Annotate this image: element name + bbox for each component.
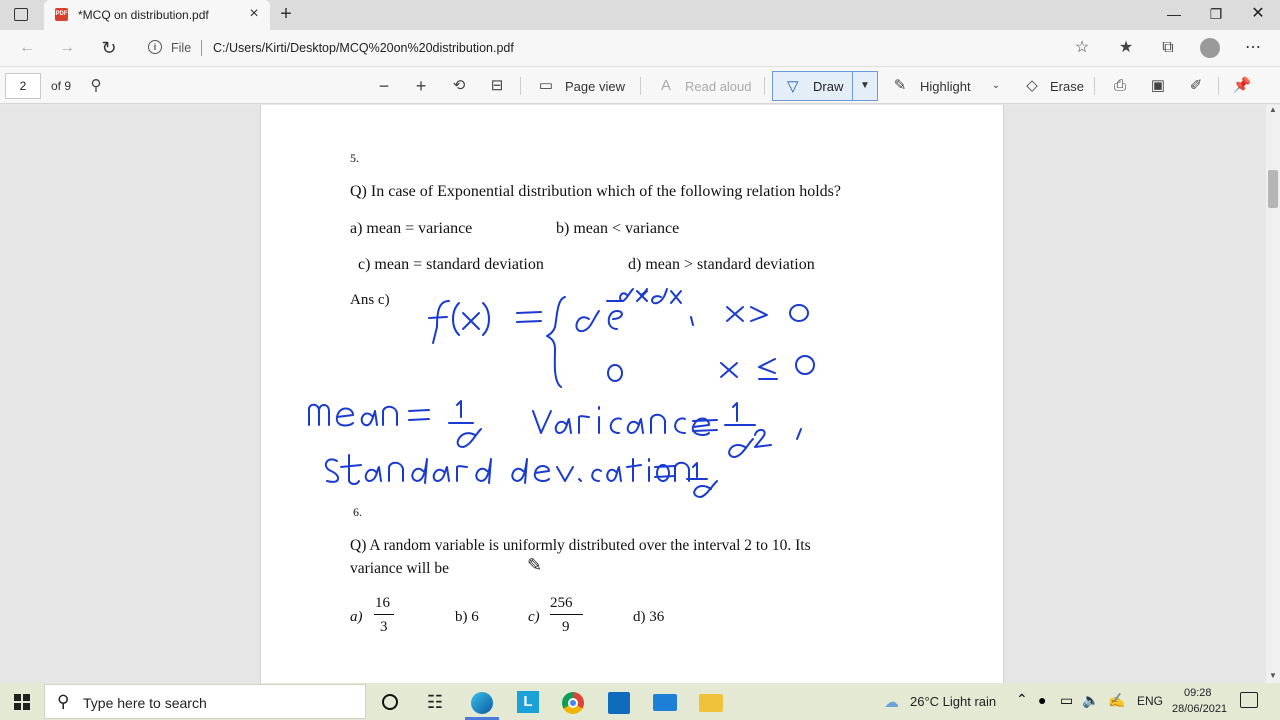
windows-start-icon[interactable] xyxy=(14,694,30,710)
scroll-down-icon[interactable]: ▼ xyxy=(1269,671,1277,680)
draw-pen-icon: ▽ xyxy=(787,78,799,95)
save-icon[interactable]: ▣ xyxy=(1148,76,1168,96)
q6-option-c-numerator: 256 xyxy=(550,595,573,611)
search-icon: ⚲ xyxy=(57,692,70,711)
page-view-icon[interactable]: ▭ xyxy=(536,76,556,96)
clock-time[interactable]: 09:28 xyxy=(1184,687,1212,699)
profile-avatar[interactable] xyxy=(1200,38,1220,58)
file-label: File xyxy=(171,41,192,55)
fit-page-icon[interactable]: ⊟ xyxy=(487,76,507,96)
cortana-icon[interactable] xyxy=(375,687,405,717)
draw-dropdown-icon[interactable]: ▼ xyxy=(852,72,877,100)
scroll-thumb[interactable] xyxy=(1268,170,1278,208)
language-indicator[interactable]: ENG xyxy=(1137,694,1163,708)
toolbar-separator xyxy=(640,77,641,95)
url-text[interactable]: C:/Users/Kirti/Desktop/MCQ%20on%20distri… xyxy=(213,41,514,55)
pdf-file-icon: PDF xyxy=(55,8,68,21)
document-area[interactable]: 5. Q) In case of Exponential distributio… xyxy=(0,105,1280,683)
tray-chevron-icon[interactable]: ⌃ xyxy=(1016,691,1028,708)
microphone-icon[interactable]: ● xyxy=(1038,692,1046,708)
draw-label: Draw xyxy=(813,79,844,94)
url-field[interactable]: i File C:/Users/Kirti/Desktop/MCQ%20on%2… xyxy=(140,34,1100,62)
scroll-up-icon[interactable]: ▲ xyxy=(1269,105,1277,114)
page-total: of 9 xyxy=(51,79,72,93)
page-view-button[interactable]: Page view xyxy=(565,79,625,94)
weather-icon[interactable]: ☁ xyxy=(884,693,899,711)
fraction-bar xyxy=(374,614,394,615)
more-menu-icon[interactable]: ⋯ xyxy=(1242,37,1264,59)
clock-date[interactable]: 28/06/2021 xyxy=(1172,703,1227,715)
file-explorer-icon[interactable] xyxy=(696,687,726,717)
tab-bar: PDF *MCQ on distribution.pdf × + — ❐ ✕ xyxy=(0,0,1280,30)
highlight-button[interactable]: Highlight xyxy=(920,79,971,94)
search-placeholder: Type here to search xyxy=(83,695,207,711)
pdf-toolbar: 2 of 9 ⚲ − + ⟲ ⊟ ▭ Page view A Read alou… xyxy=(0,66,1280,104)
forward-icon[interactable]: → xyxy=(56,37,78,59)
outlook-icon[interactable] xyxy=(604,687,634,717)
battery-icon[interactable]: ▭ xyxy=(1060,692,1073,709)
taskbar: ⚲ Type here to search ☷ L ☁ 26°C Light r… xyxy=(0,683,1280,720)
read-aloud-button[interactable]: Read aloud xyxy=(685,79,752,94)
favorites-icon[interactable]: ★ xyxy=(1115,37,1137,59)
add-favorite-icon[interactable]: ☆ xyxy=(1071,37,1093,59)
q6-option-a-denominator: 3 xyxy=(380,619,388,635)
refresh-icon[interactable]: ↻ xyxy=(98,37,120,59)
print-icon[interactable]: ⎙ xyxy=(1110,76,1130,96)
save-as-icon[interactable]: ✐ xyxy=(1186,76,1206,96)
draw-button[interactable]: ▽ Draw ▼ xyxy=(772,71,878,101)
zoom-out-icon[interactable]: − xyxy=(374,76,394,96)
pen-tray-icon[interactable]: ✍ xyxy=(1108,692,1125,709)
q6-option-b: b) 6 xyxy=(455,609,479,625)
toolbar-separator xyxy=(520,77,521,95)
pen-cursor-icon: ✎ xyxy=(527,555,543,575)
app-l-icon[interactable]: L xyxy=(513,687,543,717)
mail-icon[interactable] xyxy=(650,687,680,717)
erase-icon[interactable]: ◇ xyxy=(1022,76,1042,96)
handwritten-annotation xyxy=(308,288,815,498)
minimize-icon[interactable]: — xyxy=(1154,2,1194,26)
q6-option-c-label: c) xyxy=(528,609,540,625)
q6-option-d: d) 36 xyxy=(633,609,665,625)
pdf-page[interactable]: 5. Q) In case of Exponential distributio… xyxy=(260,105,1004,683)
url-separator xyxy=(201,40,202,56)
chrome-icon[interactable] xyxy=(558,687,588,717)
tab-title: *MCQ on distribution.pdf xyxy=(78,8,209,22)
page-number-input[interactable]: 2 xyxy=(5,73,41,99)
read-aloud-icon: A xyxy=(660,77,671,94)
q6-question-line2: variance will be xyxy=(350,560,449,577)
pin-toolbar-icon[interactable]: 📌 xyxy=(1232,76,1252,96)
back-icon[interactable]: ← xyxy=(16,37,38,59)
rotate-icon[interactable]: ⟲ xyxy=(449,76,469,96)
window-close-icon[interactable]: ✕ xyxy=(1238,2,1278,26)
restore-icon[interactable]: ❐ xyxy=(1196,2,1236,26)
edge-icon[interactable] xyxy=(467,687,497,717)
highlight-dropdown-icon[interactable]: ⌄ xyxy=(986,76,1006,96)
q6-question-line1: Q) A random variable is uniformly distri… xyxy=(350,537,811,554)
new-tab-icon[interactable]: + xyxy=(276,4,296,24)
notifications-icon[interactable] xyxy=(1240,692,1258,708)
erase-button[interactable]: Erase xyxy=(1050,79,1084,94)
q6-number: 6. xyxy=(353,505,362,519)
toolbar-separator xyxy=(1218,77,1219,95)
collections-icon[interactable]: ⧉ xyxy=(1157,37,1179,59)
weather-text[interactable]: 26°C Light rain xyxy=(910,694,996,709)
close-tab-icon[interactable]: × xyxy=(245,5,263,23)
toolbar-separator xyxy=(764,77,765,95)
q6-option-a-numerator: 16 xyxy=(375,595,390,611)
taskbar-search-input[interactable]: ⚲ Type here to search xyxy=(44,684,366,719)
highlight-icon[interactable]: ✎ xyxy=(890,76,910,96)
fraction-bar xyxy=(550,614,583,615)
tab-actions-icon[interactable] xyxy=(14,8,28,21)
task-view-icon[interactable]: ☷ xyxy=(420,687,450,717)
q6-option-c-denominator: 9 xyxy=(562,619,570,635)
tab-active[interactable]: PDF *MCQ on distribution.pdf × xyxy=(44,0,270,30)
q6-option-a-label: a) xyxy=(350,609,363,625)
address-bar: ← → ↻ i File C:/Users/Kirti/Desktop/MCQ%… xyxy=(0,30,1280,66)
toolbar-separator xyxy=(1094,77,1095,95)
volume-icon[interactable]: 🔈 xyxy=(1082,692,1099,709)
zoom-in-icon[interactable]: + xyxy=(411,76,431,96)
info-icon[interactable]: i xyxy=(148,40,162,54)
search-icon[interactable]: ⚲ xyxy=(86,76,106,96)
